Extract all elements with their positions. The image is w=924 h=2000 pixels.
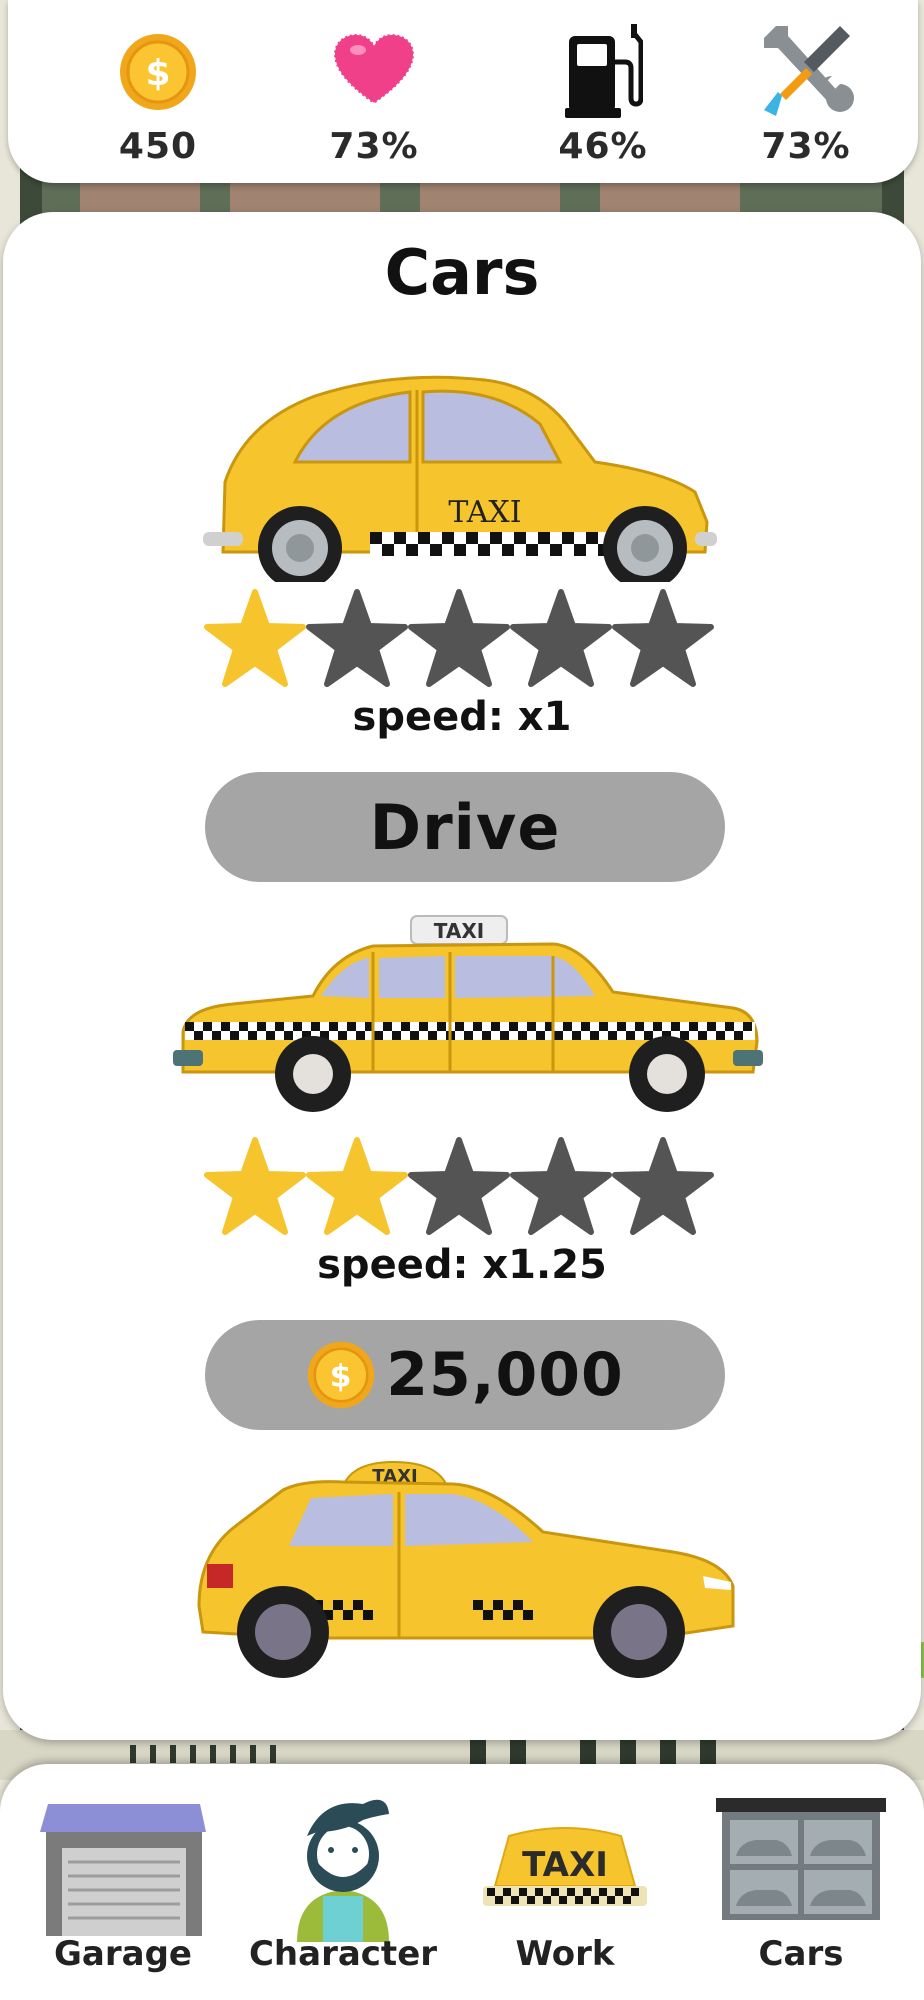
star-filled-icon	[306, 1137, 408, 1235]
drive-button-label: Drive	[369, 790, 561, 864]
sedan-roof-text: TAXI	[434, 919, 484, 943]
svg-text:$: $	[330, 1358, 353, 1394]
heart-icon	[332, 32, 416, 106]
star-empty-icon	[510, 1137, 612, 1235]
health-value: 73%	[329, 126, 419, 167]
fuel-value: 46%	[558, 126, 648, 167]
character-icon	[297, 1799, 389, 1942]
nav-label-garage: Garage	[54, 1934, 192, 1974]
beetle-taxi-image[interactable]: TAXI	[195, 352, 735, 582]
coin-icon: $	[120, 34, 196, 110]
svg-text:TAXI: TAXI	[522, 1845, 608, 1885]
beetle-door-text: TAXI	[448, 495, 521, 530]
svg-text:$: $	[145, 53, 170, 94]
nav-label-work: Work	[515, 1934, 615, 1974]
nav-item-character[interactable]: Character	[236, 1764, 450, 2000]
repair-stat: 73%	[706, 14, 906, 174]
coin-icon: $	[307, 1341, 375, 1409]
rating-stars	[203, 1136, 723, 1244]
cars-panel: Cars TAXI speed: x1 Drive TAXI speed: x1…	[3, 212, 921, 1740]
repair-tools-icon	[764, 26, 854, 116]
fuel-pump-icon	[565, 24, 643, 118]
rating-stars	[203, 588, 723, 696]
star-empty-icon	[408, 1137, 510, 1235]
fuel-stat: 46%	[503, 14, 703, 174]
star-empty-icon	[408, 589, 510, 687]
stats-bar: $ 450 73% 46% 73%	[8, 0, 918, 183]
buy-car-button[interactable]: $ 25,000	[205, 1320, 725, 1430]
coins-value: 450	[118, 126, 198, 167]
sedan-taxi-image[interactable]: TAXI	[173, 912, 763, 1122]
health-stat: 73%	[274, 14, 474, 174]
price-label: 25,000	[386, 1340, 624, 1410]
star-empty-icon	[612, 1137, 714, 1235]
star-filled-icon	[204, 1137, 306, 1235]
nav-item-cars[interactable]: Cars	[694, 1764, 908, 2000]
taxi-sign-icon: TAXI	[483, 1827, 647, 1906]
nav-label-cars: Cars	[758, 1934, 844, 1974]
star-empty-icon	[612, 589, 714, 687]
garage-icon	[40, 1804, 206, 1936]
speed-label: speed: x1	[352, 694, 572, 740]
car-showroom-icon	[716, 1798, 886, 1920]
repair-value: 73%	[761, 126, 851, 167]
drive-button[interactable]: Drive	[205, 772, 725, 882]
nav-item-work[interactable]: TAXI Work	[458, 1764, 672, 2000]
star-empty-icon	[306, 589, 408, 687]
speed-label: speed: x1.25	[317, 1242, 607, 1288]
coins-stat: $ 450	[58, 14, 258, 174]
hatchback-taxi-image[interactable]: TAXI	[193, 1456, 743, 1686]
nav-label-character: Character	[248, 1934, 438, 1974]
star-empty-icon	[510, 589, 612, 687]
panel-title: Cars	[384, 236, 540, 309]
nav-item-garage[interactable]: Garage	[18, 1764, 228, 2000]
bottom-nav: Garage Character TAXI Work Cars	[0, 1764, 924, 2000]
star-filled-icon	[204, 589, 306, 687]
